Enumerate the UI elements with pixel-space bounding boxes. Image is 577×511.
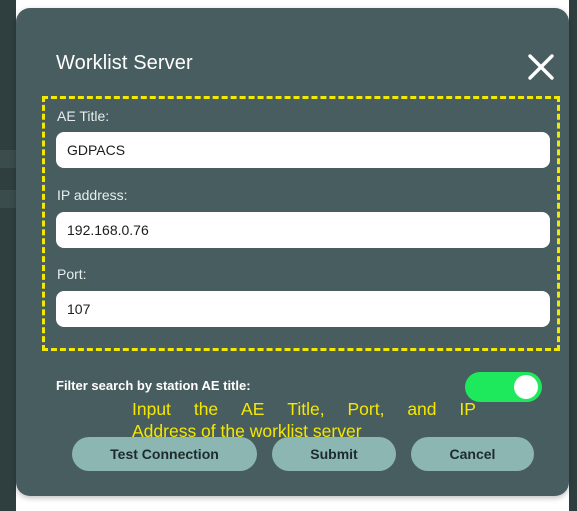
ip-address-label: IP address: [57,187,128,203]
annotation-line-2: Address of the worklist server [132,421,362,441]
ip-address-field[interactable] [56,212,550,248]
annotation-word: Title, [287,399,325,419]
backdrop-band [0,190,16,208]
annotation-word: Port, [347,399,385,419]
backdrop-left [0,0,16,511]
ae-title-label: AE Title: [57,108,110,124]
port-field[interactable] [56,291,550,327]
backdrop-band [0,150,16,168]
backdrop-right [569,0,577,511]
toggle-knob [514,375,538,399]
annotation-word: IP [459,399,476,419]
worklist-server-dialog: Worklist Server AE Title: IP address: Po… [16,8,569,496]
port-label: Port: [57,266,87,282]
annotation-word: AE [241,399,265,419]
ae-title-field[interactable] [56,132,550,168]
annotation-line-1: Input the AE Title, Port, and IP [132,398,476,420]
test-connection-button[interactable]: Test Connection [72,437,257,471]
cancel-button[interactable]: Cancel [411,437,534,471]
annotation-word: Input [132,399,171,419]
close-icon [528,54,554,80]
filter-label: Filter search by station AE title: [56,378,251,393]
annotation-word: the [193,399,219,419]
annotation-word: and [407,399,437,419]
dialog-title: Worklist Server [56,52,193,74]
filter-toggle[interactable] [465,372,542,402]
close-button[interactable] [524,50,558,84]
annotation-text: Input the AE Title, Port, and IP Address… [132,398,476,442]
submit-button[interactable]: Submit [272,437,396,471]
